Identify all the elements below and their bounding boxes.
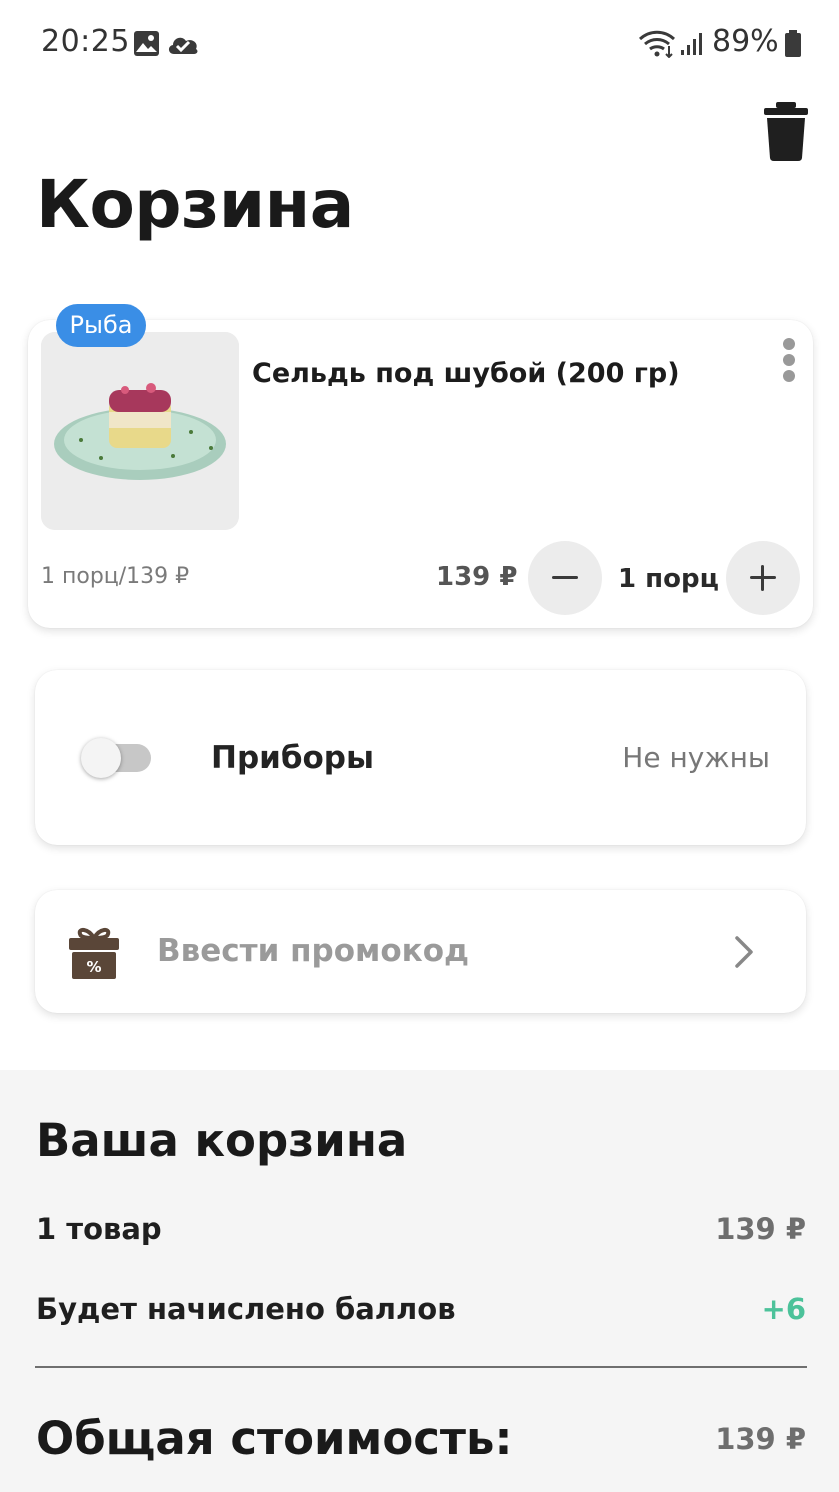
promo-code-label: Ввести промокод: [157, 933, 470, 969]
items-total-value: 139 ₽: [715, 1212, 806, 1246]
cutlery-label: Приборы: [211, 740, 375, 776]
promo-code-button[interactable]: % Ввести промокод: [35, 890, 806, 1013]
cutlery-card: Приборы Не нужны: [35, 670, 806, 845]
page-title: Корзина: [36, 166, 354, 243]
items-count-row: 1 товар 139 ₽: [36, 1212, 806, 1246]
cart-summary: Ваша корзина 1 товар 139 ₽ Будет начисле…: [0, 1070, 839, 1492]
svg-text:%: %: [86, 958, 101, 976]
item-price: 139 ₽: [436, 562, 518, 592]
toggle-knob: [81, 738, 121, 778]
total-value: 139 ₽: [715, 1422, 806, 1456]
product-name[interactable]: Сельдь под шубой (200 гр): [252, 358, 680, 389]
trash-icon[interactable]: [762, 100, 810, 162]
cutlery-toggle[interactable]: [81, 738, 151, 778]
unit-price: 1 порц/139 ₽: [41, 564, 190, 589]
decrease-quantity-button[interactable]: [528, 541, 602, 615]
product-image[interactable]: [41, 332, 239, 530]
total-label: Общая стоимость:: [36, 1412, 513, 1465]
signal-icon: [680, 32, 704, 60]
image-icon: [133, 30, 160, 61]
bonus-points-row: Будет начислено баллов +6: [36, 1292, 806, 1326]
bonus-points-label: Будет начислено баллов: [36, 1292, 456, 1326]
more-options-icon[interactable]: [776, 336, 802, 388]
items-count-label: 1 товар: [36, 1212, 162, 1246]
gift-percent-icon: %: [68, 926, 120, 980]
battery-icon: [784, 30, 802, 62]
category-badge: Рыба: [56, 304, 146, 347]
cart-item-card: Сельдь под шубой (200 гр) 1 порц/139 ₽ 1…: [28, 320, 813, 628]
bonus-points-value: +6: [761, 1292, 806, 1326]
cutlery-value: Не нужны: [622, 741, 770, 774]
battery-percent: 89%: [712, 24, 779, 59]
status-bar: 20:25 89%: [0, 0, 839, 90]
summary-title: Ваша корзина: [36, 1114, 408, 1167]
increase-quantity-button[interactable]: [726, 541, 800, 615]
cloud-check-icon: [166, 33, 200, 59]
status-time: 20:25: [41, 24, 130, 59]
chevron-right-icon: [732, 934, 756, 970]
wifi-icon: [638, 30, 676, 62]
quantity-value: 1 порц: [618, 564, 719, 594]
divider: [35, 1366, 807, 1368]
